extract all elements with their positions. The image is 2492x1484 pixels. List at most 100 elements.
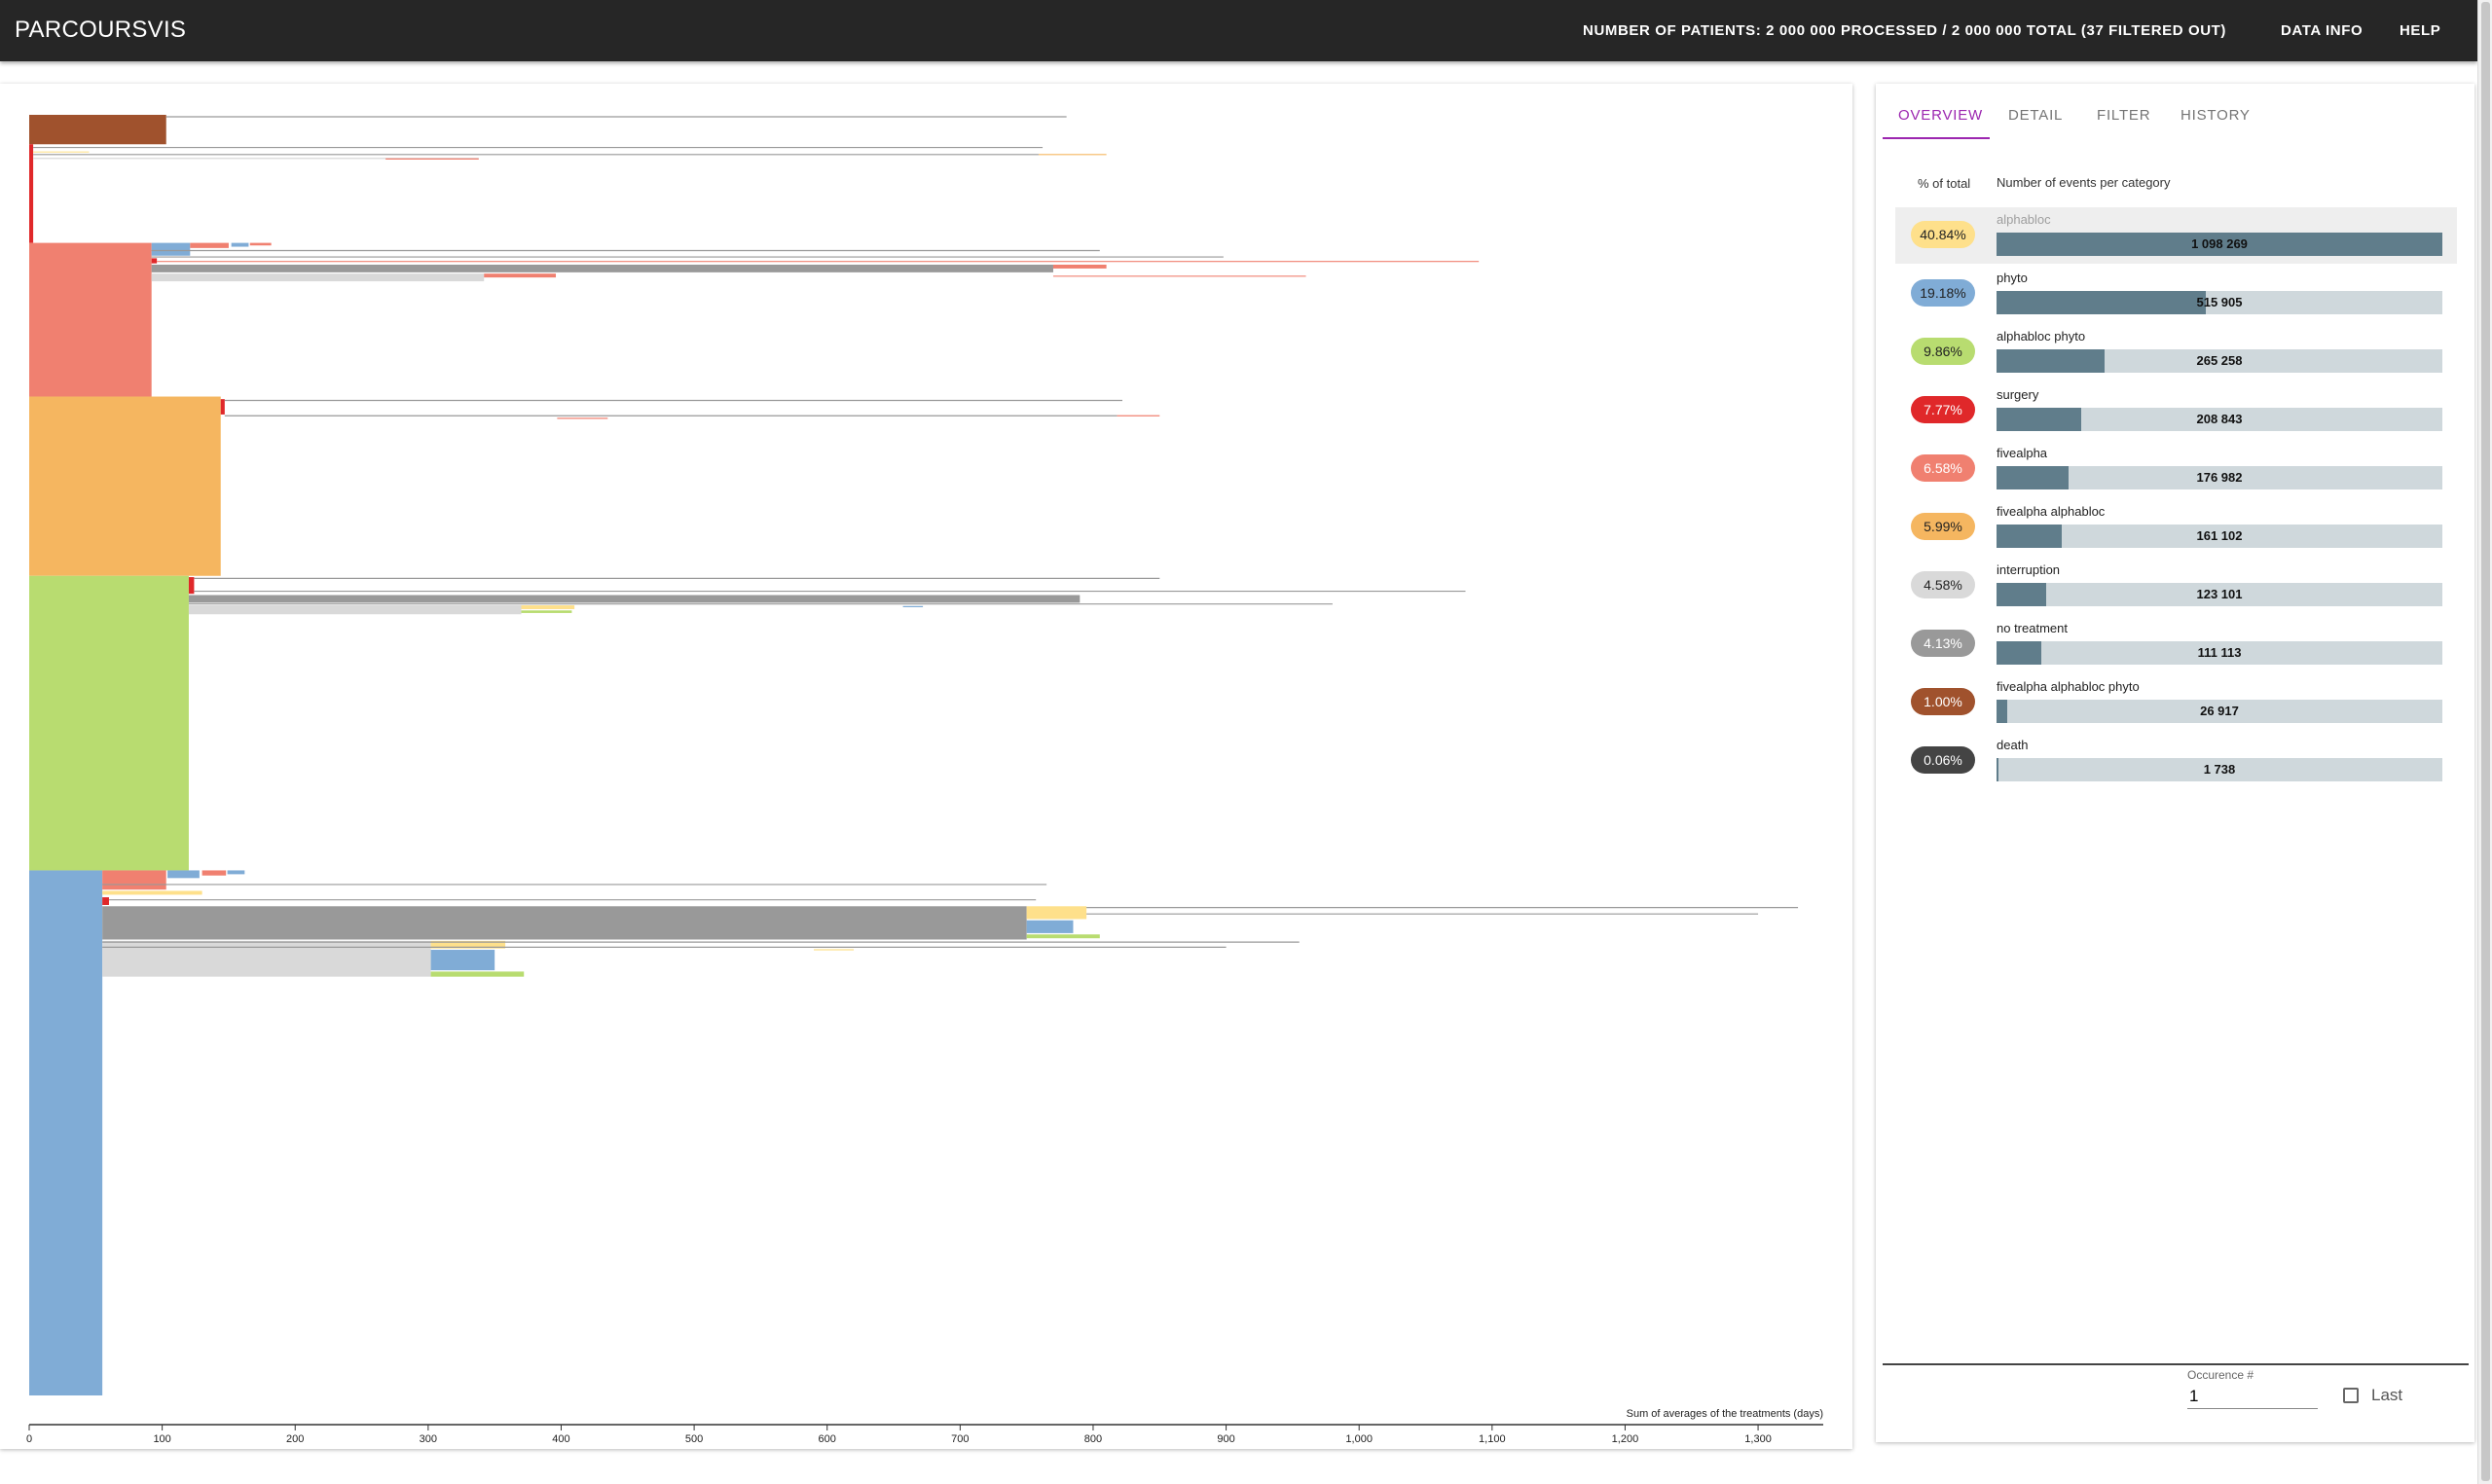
category-row[interactable]: 40.84% alphabloc 1 098 269 — [1895, 207, 2457, 264]
sequence-block[interactable] — [484, 273, 557, 278]
sequence-block[interactable] — [202, 870, 227, 876]
sequence-block[interactable] — [227, 870, 245, 875]
category-row[interactable]: 19.18% phyto 515 905 — [1895, 266, 2457, 322]
category-count-bar: 208 843 — [1997, 408, 2442, 431]
side-panel: OVERVIEW DETAIL FILTER HISTORY % of tota… — [1876, 84, 2474, 1442]
category-row[interactable]: 6.58% fivealpha 176 982 — [1895, 441, 2457, 497]
sequence-block[interactable] — [249, 242, 272, 246]
category-count-value: 123 101 — [2196, 587, 2243, 601]
category-percent-badge: 7.77% — [1911, 396, 1975, 423]
x-axis-tick-label: 0 — [26, 1433, 32, 1445]
sequence-block[interactable] — [102, 870, 166, 890]
sequence-block[interactable] — [29, 242, 152, 397]
tab-overview[interactable]: OVERVIEW — [1898, 107, 1983, 124]
category-name: surgery — [1997, 387, 2039, 402]
category-name: death — [1997, 738, 2029, 752]
category-name: fivealpha — [1997, 446, 2048, 460]
category-name: phyto — [1997, 271, 2028, 285]
occurrence-label: Occurence # — [2187, 1368, 2254, 1382]
category-row[interactable]: 4.13% no treatment 111 113 — [1895, 616, 2457, 672]
sequence-chart-panel: 0 100 200 300 400 500 600 700 800 900 1,000 1,100 1,… — [0, 84, 1852, 1449]
sequence-block[interactable] — [190, 242, 229, 248]
sequence-block[interactable] — [1026, 934, 1100, 939]
category-percent-badge: 4.58% — [1911, 571, 1975, 598]
category-row[interactable]: 0.06% death 1 738 — [1895, 733, 2457, 789]
tab-filter[interactable]: FILTER — [2097, 107, 2150, 124]
data-info-button[interactable]: DATA INFO — [2281, 22, 2363, 39]
category-count-value: 111 113 — [2197, 645, 2242, 660]
category-percent-badge: 40.84% — [1911, 221, 1975, 248]
sequence-block[interactable] — [151, 264, 1053, 272]
sequence-block[interactable] — [430, 971, 525, 977]
category-row[interactable]: 1.00% fivealpha alphabloc phyto 26 917 — [1895, 674, 2457, 731]
sequence-block[interactable] — [188, 605, 522, 615]
category-count-bar: 123 101 — [1997, 583, 2442, 606]
category-count-value: 515 905 — [2196, 295, 2243, 309]
sequence-block[interactable] — [167, 870, 200, 879]
category-count-bar: 111 113 — [1997, 641, 2442, 665]
sequence-block[interactable] — [102, 906, 1027, 940]
category-row[interactable]: 9.86% alphabloc phyto 265 258 — [1895, 324, 2457, 380]
x-axis-tick-label: 100 — [153, 1433, 170, 1445]
sequence-block[interactable] — [1052, 264, 1107, 269]
sequence-block[interactable] — [430, 950, 495, 971]
sequence-block[interactable] — [29, 396, 221, 576]
sequence-block[interactable] — [521, 605, 575, 609]
chart-blocks — [29, 115, 1107, 1395]
events-column-header: Number of events per category — [1997, 175, 2171, 190]
x-axis-tick-label: 200 — [286, 1433, 304, 1445]
category-name: no treatment — [1997, 621, 2068, 635]
sequence-block[interactable] — [1026, 920, 1074, 933]
panel-footer-divider — [1883, 1363, 2469, 1365]
treatment-sequence-chart[interactable]: 0 100 200 300 400 500 600 700 800 900 1,000 1,100 1,… — [0, 84, 1852, 1449]
x-axis-tick-label: 300 — [420, 1433, 437, 1445]
active-tab-indicator — [1883, 137, 1990, 139]
tab-detail[interactable]: DETAIL — [2008, 107, 2063, 124]
category-count-bar: 265 258 — [1997, 349, 2442, 373]
sequence-block[interactable] — [102, 940, 431, 977]
category-name: alphabloc — [1997, 212, 2051, 227]
help-button[interactable]: HELP — [2400, 22, 2440, 39]
sequence-block[interactable] — [188, 595, 1081, 603]
x-axis-tick-label: 1,000 — [1345, 1433, 1373, 1445]
tab-history[interactable]: HISTORY — [2180, 107, 2251, 124]
sequence-block[interactable] — [29, 575, 189, 871]
app-title: PARCOURSVIS — [15, 17, 187, 43]
sequence-block[interactable] — [29, 870, 103, 1395]
page-scrollbar[interactable] — [2477, 0, 2492, 1484]
category-percent-badge: 19.18% — [1911, 279, 1975, 307]
sequence-block[interactable] — [102, 897, 109, 905]
percent-column-header: % of total — [1918, 176, 1971, 191]
category-count-bar: 1 098 269 — [1997, 233, 2442, 256]
sequence-block[interactable] — [151, 273, 485, 282]
occurrence-input[interactable] — [2187, 1385, 2318, 1409]
sequence-block[interactable] — [188, 577, 195, 595]
category-row[interactable]: 7.77% surgery 208 843 — [1895, 382, 2457, 439]
sequence-block[interactable] — [1026, 906, 1087, 920]
sequence-block[interactable] — [29, 144, 34, 243]
category-count-bar: 26 917 — [1997, 700, 2442, 723]
category-count-bar: 176 982 — [1997, 466, 2442, 489]
x-axis-tick-label: 1,300 — [1744, 1433, 1772, 1445]
x-axis-label: Sum of averages of the treatments (days) — [1627, 1408, 1823, 1420]
category-name: fivealpha alphabloc — [1997, 504, 2106, 519]
category-row[interactable]: 4.58% interruption 123 101 — [1895, 558, 2457, 614]
category-count-bar: 515 905 — [1997, 291, 2442, 314]
last-checkbox[interactable] — [2343, 1388, 2359, 1403]
chart-thin-lines — [33, 116, 1799, 951]
x-axis-tick-label: 400 — [552, 1433, 569, 1445]
x-axis-tick-label: 700 — [951, 1433, 969, 1445]
category-count-value: 26 917 — [2200, 704, 2239, 718]
category-percent-badge: 1.00% — [1911, 688, 1975, 715]
category-row[interactable]: 5.99% fivealpha alphabloc 161 102 — [1895, 499, 2457, 556]
sequence-block[interactable] — [151, 258, 158, 264]
scrollbar-thumb[interactable] — [2481, 2, 2490, 1481]
sequence-block[interactable] — [231, 242, 249, 247]
category-percent-badge: 0.06% — [1911, 746, 1975, 774]
last-checkbox-label: Last — [2371, 1386, 2403, 1404]
sequence-block[interactable] — [102, 890, 202, 895]
sequence-block[interactable] — [521, 610, 572, 613]
sequence-block[interactable] — [151, 242, 191, 256]
sequence-block[interactable] — [220, 399, 225, 415]
sequence-block[interactable] — [29, 115, 166, 145]
